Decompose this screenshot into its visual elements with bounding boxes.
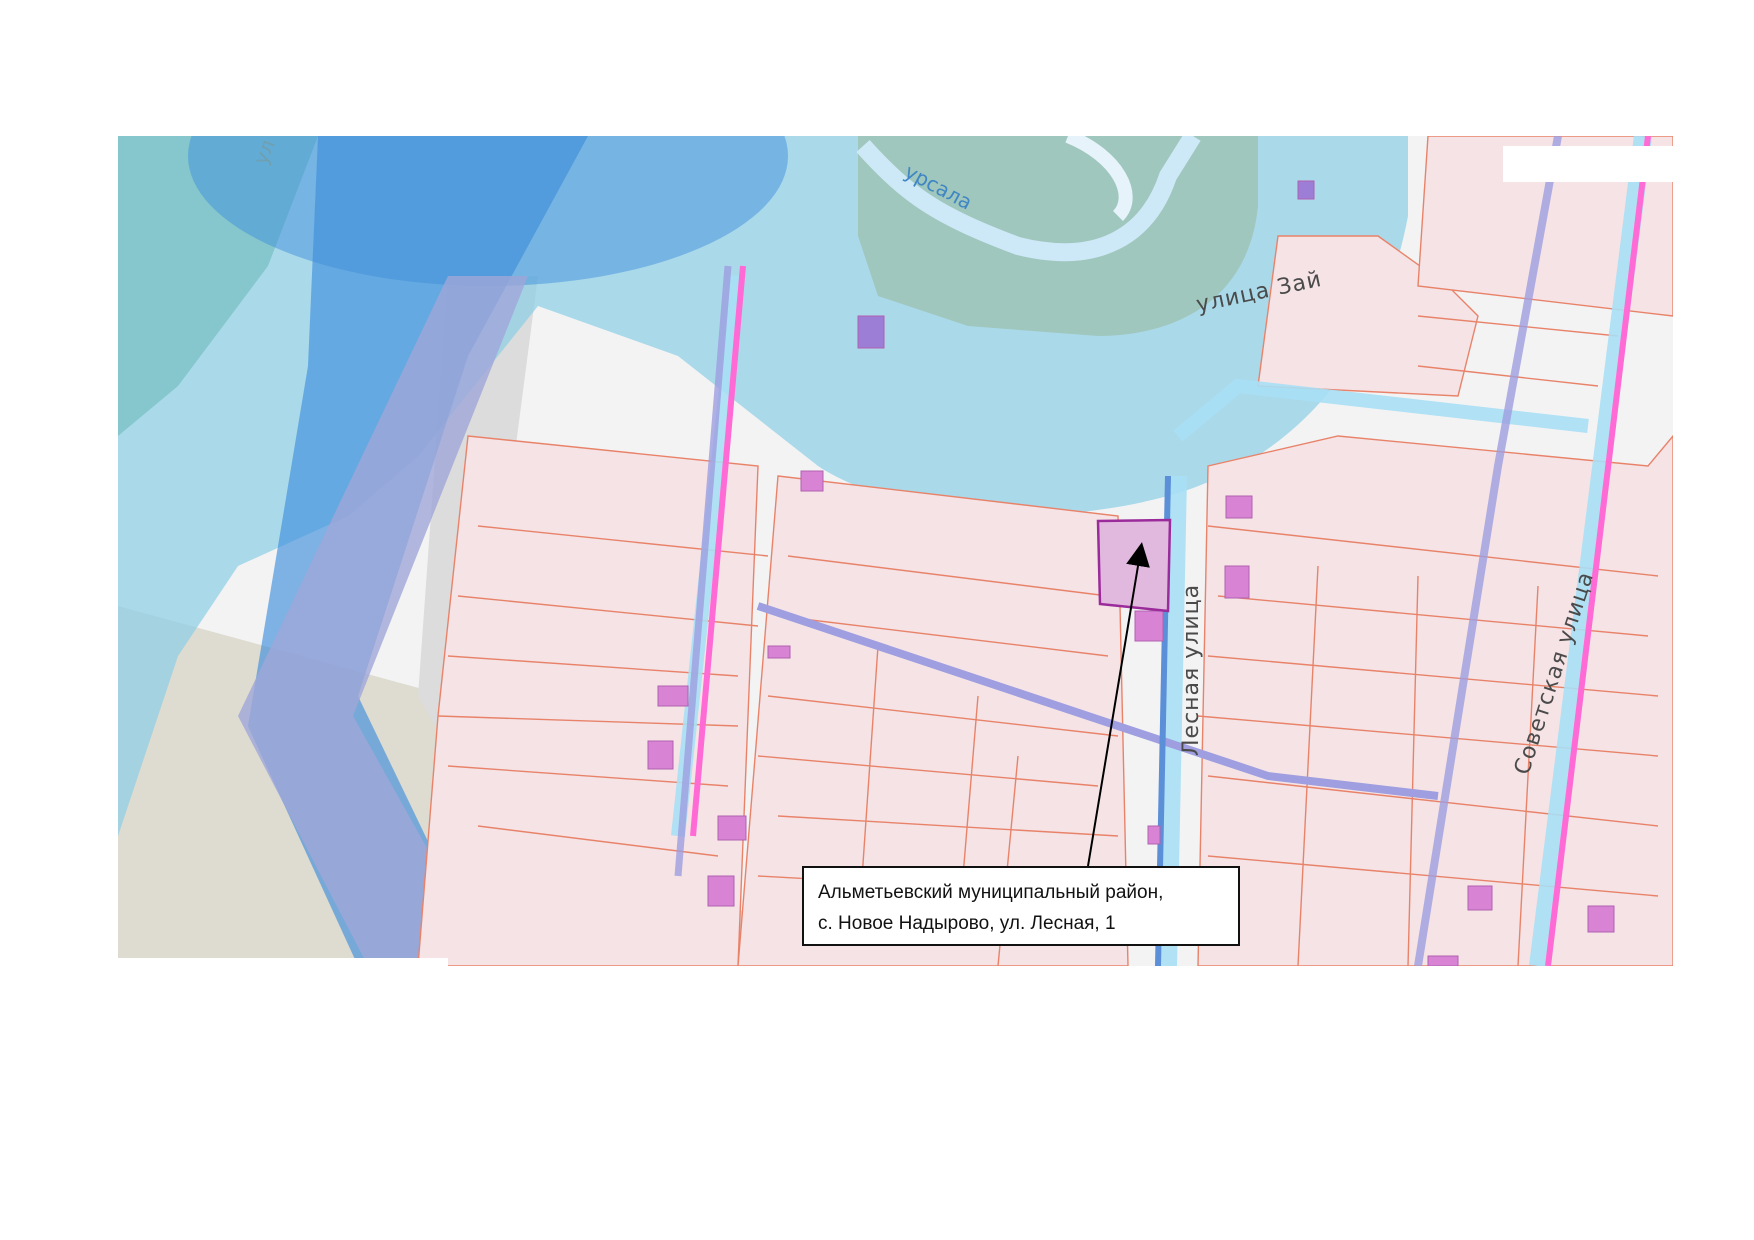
scale-strip — [118, 958, 448, 966]
cadastral-map[interactable]: Лесная улица улица Зай Советская улица у… — [118, 136, 1673, 966]
callout-line-2: с. Новое Надырово, ул. Лесная, 1 — [818, 913, 1116, 934]
legend-strip — [1503, 146, 1673, 182]
address-callout: Альметьевский муниципальный район, с. Но… — [802, 866, 1240, 946]
callout-line-1: Альметьевский муниципальный район, — [818, 882, 1164, 903]
target-parcel[interactable] — [1096, 518, 1172, 613]
street-label-lesnaya: Лесная улица — [1179, 584, 1204, 756]
